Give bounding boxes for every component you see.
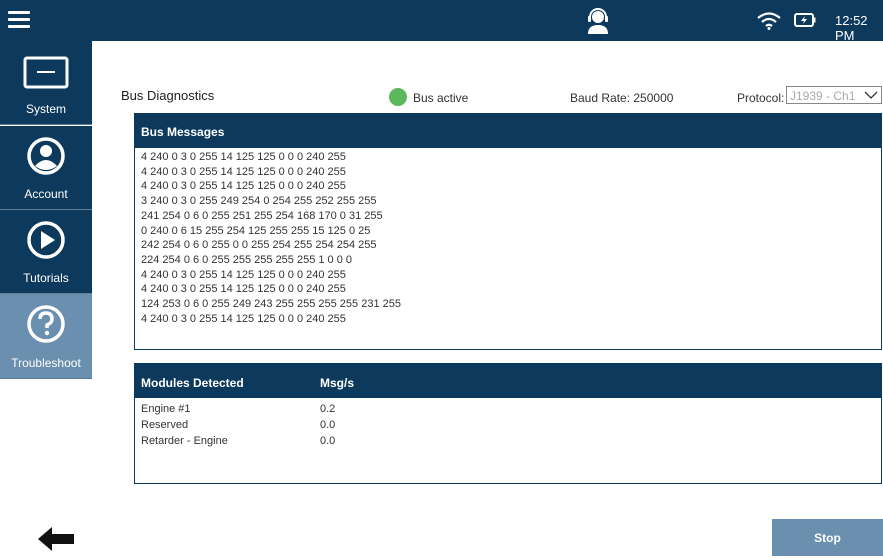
bus-message-line: 4 240 0 3 0 255 14 125 125 0 0 0 240 255 (141, 283, 346, 296)
bus-messages-panel[interactable]: Bus Messages 4 240 0 3 0 255 14 125 125 … (134, 113, 882, 350)
sidebar-item-account[interactable]: Account (0, 126, 92, 210)
bus-status-indicator (389, 88, 407, 106)
sidebar-item-label: Account (24, 187, 68, 201)
bus-message-line: 242 254 0 6 0 255 0 0 255 254 255 254 25… (141, 239, 377, 252)
page-title: Bus Diagnostics (121, 88, 215, 103)
tablet-icon (23, 56, 69, 89)
baud-rate: Baud Rate: 250000 (570, 91, 674, 105)
module-rate: 0.2 (320, 403, 336, 415)
sidebar-item-tutorials[interactable]: Tutorials (0, 210, 92, 294)
play-icon (27, 221, 65, 259)
bus-message-line: 224 254 0 6 0 255 255 255 255 255 1 0 0 … (141, 253, 353, 266)
sidebar-item-label: Tutorials (23, 271, 69, 285)
modules-header: Modules Detected Msg/s (135, 364, 881, 398)
sidebar-item-troubleshoot[interactable]: Troubleshoot (0, 294, 92, 379)
modules-list: Engine #1 0.2 Reserved 0.0 Retarder - Engine… (135, 398, 881, 449)
menu-icon[interactable] (8, 11, 30, 29)
modules-column-header: Modules Detected (141, 376, 244, 390)
module-rate: 0.0 (320, 419, 336, 431)
bus-message-line: 4 240 0 3 0 255 14 125 125 0 0 0 240 255 (141, 151, 346, 163)
wifi-icon (757, 12, 781, 30)
modules-panel: Modules Detected Msg/s Engine #1 0.2 Reser… (134, 363, 882, 484)
bus-messages-list: 4 240 0 3 0 255 14 125 125 0 0 0 240 255… (135, 148, 881, 326)
bus-message-line: 241 254 0 6 0 255 251 255 254 168 170 0 … (141, 209, 383, 222)
module-name: Engine #1 (141, 403, 191, 415)
rate-column-header: Msg/s (320, 376, 355, 390)
sidebar-item-label: Troubleshoot (11, 356, 81, 370)
chevron-down-icon (864, 91, 878, 99)
bus-message-line: 4 240 0 3 0 255 14 125 125 0 0 0 240 255 (141, 165, 346, 178)
user-icon (27, 137, 65, 175)
sidebar: System Account Tutorials Troubleshoot (0, 41, 92, 381)
stop-button[interactable]: Stop (772, 519, 883, 556)
help-icon (27, 305, 65, 343)
back-arrow-icon[interactable] (38, 527, 74, 551)
bus-message-line: 0 240 0 6 15 255 254 125 255 255 15 125 … (141, 224, 371, 237)
protocol-select[interactable]: J1939 - Ch1 (786, 86, 882, 104)
bus-messages-header: Bus Messages (135, 114, 881, 148)
sidebar-item-label: System (25, 102, 66, 116)
module-row: Reserved 0.0 (135, 417, 881, 433)
bus-message-line: 3 240 0 3 0 255 249 254 0 254 255 252 25… (141, 195, 377, 208)
top-bar: 12:52 PM (0, 0, 883, 43)
bus-message-line: 124 253 0 6 0 255 249 243 255 255 255 25… (141, 298, 401, 311)
protocol-label: Protocol: (737, 91, 785, 105)
bus-message-line: 4 240 0 3 0 255 14 125 125 0 0 0 240 255 (141, 268, 346, 281)
module-row: Retarder - Engine 0.0 (135, 433, 881, 449)
module-row: Engine #1 0.2 (135, 401, 881, 417)
module-name: Retarder - Engine (141, 435, 228, 447)
bus-message-line: 4 240 0 3 0 255 14 125 125 0 0 0 240 255 (141, 180, 346, 193)
bus-messages-heading: Bus Messages (141, 125, 225, 139)
bus-message-line: 4 240 0 3 0 255 14 125 125 0 0 0 240 255 (141, 312, 346, 325)
support-headset-icon[interactable] (586, 8, 610, 34)
sidebar-item-system[interactable]: System (0, 41, 92, 125)
clock: 12:52 PM (835, 13, 868, 43)
module-name: Reserved (141, 419, 189, 431)
module-rate: 0.0 (320, 435, 336, 447)
battery-icon (794, 13, 816, 27)
bus-status-text: Bus active (413, 91, 469, 105)
protocol-value: J1939 - Ch1 (790, 89, 856, 103)
